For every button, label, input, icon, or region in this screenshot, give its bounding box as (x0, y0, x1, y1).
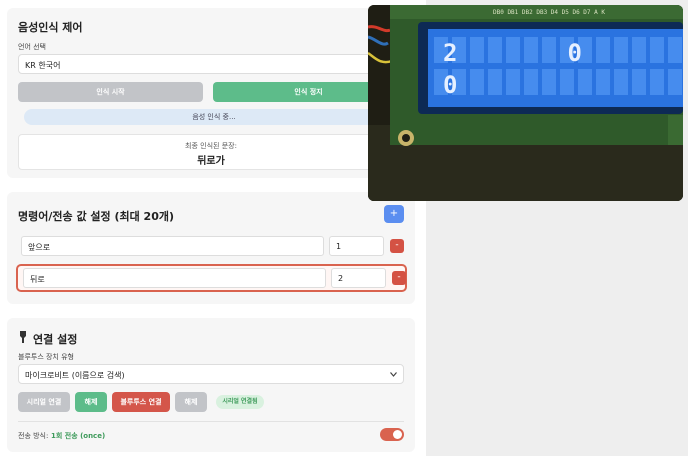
value-input[interactable]: 2 (331, 268, 386, 288)
recognition-result-box: 최종 인식된 문장: 뒤로가 (18, 134, 404, 170)
command-row: 앞으로 1 - (16, 232, 407, 260)
remove-command-button[interactable]: - (390, 239, 404, 253)
pin-icon (20, 331, 26, 343)
result-label: 최종 인식된 문장: (185, 142, 237, 150)
device-type-select[interactable]: 마이크로비트 (이름으로 검색) (18, 364, 404, 384)
command-input[interactable]: 뒤로 (23, 268, 326, 288)
device-type-value: 마이크로비트 (이름으로 검색) (25, 371, 125, 380)
lcd-line-2: 0 (443, 71, 457, 99)
lcd-pin-labels: DB0 DB1 DB2 DB3 D4 D5 D6 D7 A K (493, 9, 605, 16)
language-label: 언어 선택 (18, 43, 46, 51)
serial-connect-button[interactable]: 시리얼 연결 (18, 392, 70, 412)
language-select[interactable]: KR 한국어 (18, 54, 404, 74)
voice-card-title: 음성인식 제어 (18, 21, 83, 34)
remove-command-button[interactable]: - (392, 271, 406, 285)
command-card-title: 명령어/전송 값 설정 (최대 20개) (18, 210, 175, 223)
command-settings-card: 명령어/전송 값 설정 (최대 20개) + 앞으로 1 - 뒤로 2 - (7, 192, 415, 304)
connection-settings-card: 연결 설정 블루투스 장치 유형 마이크로비트 (이름으로 검색) 시리얼 연결… (7, 318, 415, 452)
serial-status-badge: 시리얼 연결됨 (216, 395, 264, 409)
recognition-status: 음성 인식 중... (24, 109, 404, 125)
chevron-down-icon (390, 372, 397, 377)
command-input[interactable]: 앞으로 (21, 236, 324, 256)
start-recognition-button[interactable]: 인식 시작 (18, 82, 203, 102)
bluetooth-connect-button[interactable]: 블루투스 연결 (112, 392, 170, 412)
command-row: 뒤로 2 - (16, 264, 407, 292)
lcd-camera-image: DB0 DB1 DB2 DB3 D4 D5 D6 D7 A K 20 0 (368, 5, 683, 201)
lcd-photo: DB0 DB1 DB2 DB3 D4 D5 D6 D7 A K 20 0 (368, 5, 683, 201)
lcd-line-1: 20 (443, 39, 683, 67)
value-input[interactable]: 1 (329, 236, 384, 256)
voice-recognition-card: 음성인식 제어 언어 선택 KR 한국어 인식 시작 인식 정지 음성 인식 중… (7, 8, 415, 178)
transmit-mode-label: 전송 방식: (18, 432, 49, 440)
device-type-label: 블루투스 장치 유형 (18, 353, 74, 361)
result-text: 뒤로가 (197, 156, 225, 167)
bluetooth-disconnect-button[interactable]: 해제 (175, 392, 207, 412)
transmit-mode-toggle[interactable] (380, 428, 404, 441)
toggle-knob (393, 430, 402, 439)
divider (18, 421, 404, 422)
control-panel: 음성인식 제어 언어 선택 KR 한국어 인식 시작 인식 정지 음성 인식 중… (0, 0, 426, 456)
transmit-mode-value: 1회 전송 (once) (51, 432, 106, 440)
connection-card-title: 연결 설정 (33, 333, 78, 346)
add-command-button[interactable]: + (384, 205, 404, 223)
serial-disconnect-button[interactable]: 해제 (75, 392, 107, 412)
